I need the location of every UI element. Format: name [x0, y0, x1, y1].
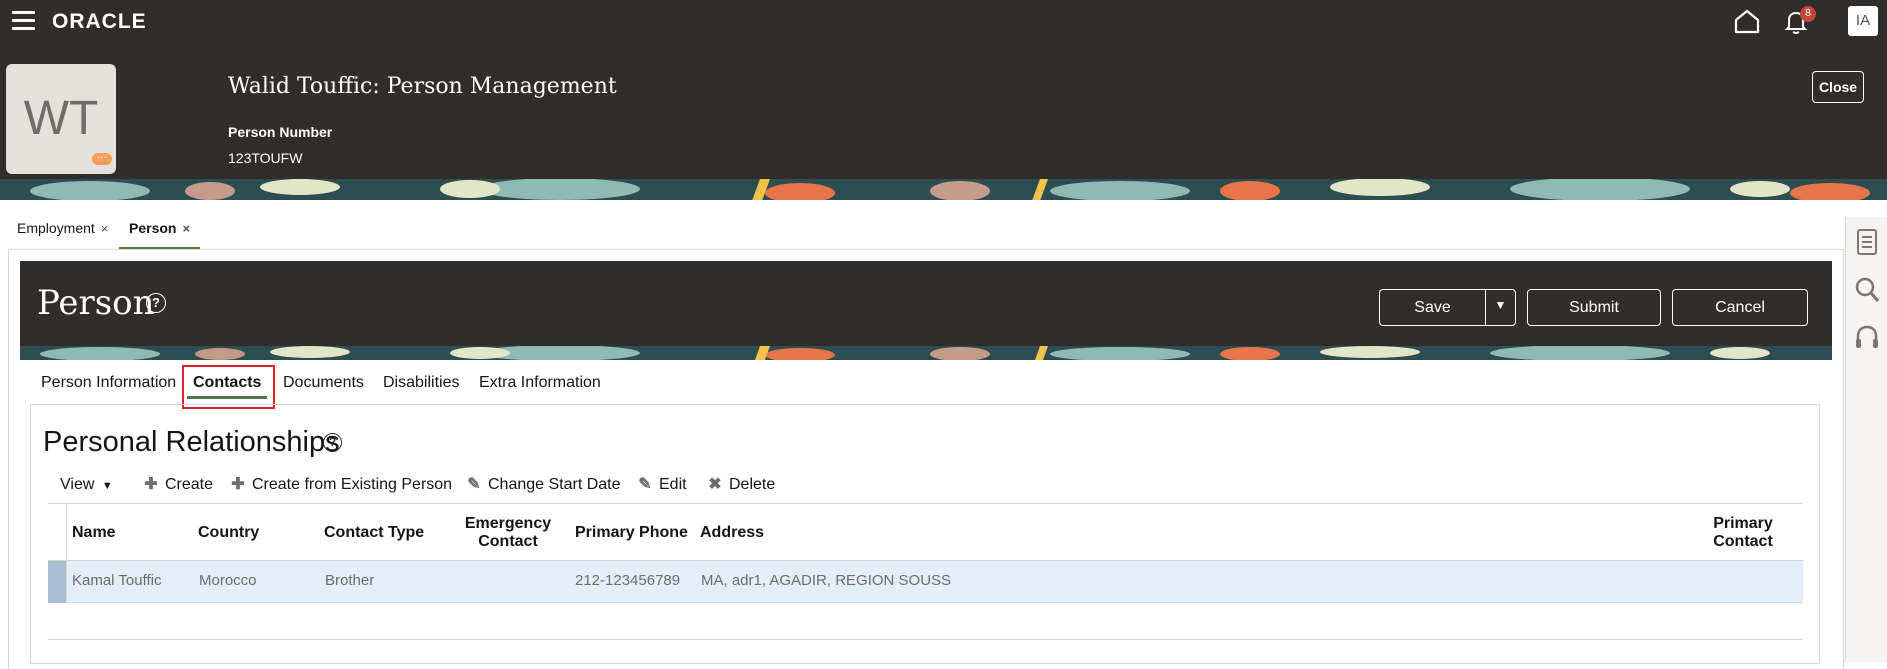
create-from-existing-button[interactable]: ✚ Create from Existing Person — [229, 472, 452, 498]
oracle-logo[interactable]: ORACLE — [52, 10, 147, 34]
person-page-header: Person ? Save ▼ Submit Cancel — [20, 261, 1832, 347]
create-from-existing-label: Create from Existing Person — [252, 476, 453, 493]
page-title: Person — [37, 283, 155, 323]
column-header-name[interactable]: Name — [72, 524, 116, 542]
decorative-banner — [0, 179, 1887, 200]
user-avatar[interactable]: IA — [1848, 6, 1878, 36]
column-header-primary-line1: Primary — [1713, 515, 1773, 532]
photo-more-icon[interactable]: ··· — [92, 153, 112, 165]
table-column-separator — [66, 503, 67, 603]
cell-country: Morocco — [199, 572, 257, 589]
page-heading: Walid Touffic: Person Management — [228, 74, 617, 99]
close-icon[interactable]: × — [101, 221, 109, 236]
cell-primary-phone: 212-123456789 — [575, 572, 681, 589]
table-footer-divider — [48, 639, 1803, 640]
row-selection-marker — [48, 561, 66, 603]
tab-person-information[interactable]: Person Information — [41, 370, 176, 396]
change-start-date-label: Change Start Date — [488, 476, 621, 493]
column-header-emergency-line2: Contact — [478, 533, 538, 550]
table-header: Name Country Contact Type Emergency Cont… — [48, 503, 1803, 561]
plus-icon: ✚ — [231, 476, 245, 493]
cancel-button[interactable]: Cancel — [1672, 289, 1808, 326]
tab-employment-label: Employment — [17, 220, 95, 236]
column-header-primary-phone[interactable]: Primary Phone — [575, 524, 688, 542]
tab-extra-information[interactable]: Extra Information — [479, 370, 601, 396]
column-header-primary-contact[interactable]: Primary Contact — [1703, 515, 1783, 551]
help-icon[interactable]: ? — [146, 293, 166, 313]
column-header-primary-line2: Contact — [1713, 533, 1773, 550]
notification-count-badge: 8 — [1800, 6, 1816, 22]
menu-icon[interactable] — [12, 11, 35, 30]
cell-address: MA, adr1, AGADIR, REGION SOUSS — [701, 572, 952, 589]
tab-person[interactable]: Person × — [119, 212, 201, 250]
save-button[interactable]: Save — [1379, 289, 1485, 326]
close-button[interactable]: Close — [1812, 71, 1864, 103]
column-header-emergency-contact[interactable]: Emergency Contact — [458, 515, 558, 551]
chevron-down-icon: ▼ — [101, 480, 113, 492]
tab-disabilities[interactable]: Disabilities — [383, 370, 459, 396]
column-header-contact-type[interactable]: Contact Type — [324, 524, 424, 542]
create-label: Create — [165, 476, 214, 493]
right-rail — [1845, 217, 1887, 662]
top-bar: ORACLE 8 IA — [0, 0, 1887, 42]
view-menu-label: View — [60, 476, 95, 493]
decorative-banner — [20, 346, 1832, 360]
headset-icon[interactable] — [1854, 323, 1880, 353]
section-title: Personal Relationships — [43, 426, 340, 458]
submit-button[interactable]: Submit — [1527, 289, 1661, 326]
home-icon[interactable] — [1733, 8, 1761, 34]
person-number-value: 123TOUFW — [228, 150, 303, 166]
view-menu[interactable]: View ▼ — [60, 472, 113, 499]
plus-icon: ✚ — [144, 476, 158, 493]
tasks-icon[interactable] — [1854, 227, 1880, 257]
contacts-highlight-box — [182, 365, 275, 409]
tab-documents[interactable]: Documents — [283, 370, 364, 396]
change-start-date-button[interactable]: ✎ Change Start Date — [465, 472, 621, 498]
table-row[interactable]: Kamal Touffic Morocco Brother 212-123456… — [48, 561, 1803, 603]
tab-person-label: Person — [129, 220, 177, 236]
tab-employment[interactable]: Employment × — [17, 212, 108, 250]
pencil-icon: ✎ — [467, 476, 481, 493]
cell-contact-type: Brother — [325, 572, 375, 589]
delete-x-icon: ✖ — [708, 476, 722, 493]
delete-label: Delete — [729, 476, 776, 493]
edit-button[interactable]: ✎ Edit — [636, 472, 687, 498]
create-button[interactable]: ✚ Create — [142, 472, 213, 498]
close-icon[interactable]: × — [182, 221, 190, 236]
person-number-label: Person Number — [228, 124, 333, 140]
column-header-country[interactable]: Country — [198, 524, 259, 542]
column-header-address[interactable]: Address — [700, 524, 764, 542]
column-header-emergency-line1: Emergency — [464, 515, 552, 532]
delete-button[interactable]: ✖ Delete — [706, 472, 775, 498]
global-header: ORACLE 8 IA WT ··· Walid Touffic: Person… — [0, 0, 1887, 200]
save-dropdown-icon[interactable]: ▼ — [1485, 289, 1516, 326]
cell-name: Kamal Touffic — [72, 572, 162, 589]
search-icon[interactable] — [1854, 275, 1880, 305]
help-icon[interactable]: ? — [323, 433, 342, 452]
edit-label: Edit — [659, 476, 687, 493]
pencil-icon: ✎ — [638, 476, 652, 493]
